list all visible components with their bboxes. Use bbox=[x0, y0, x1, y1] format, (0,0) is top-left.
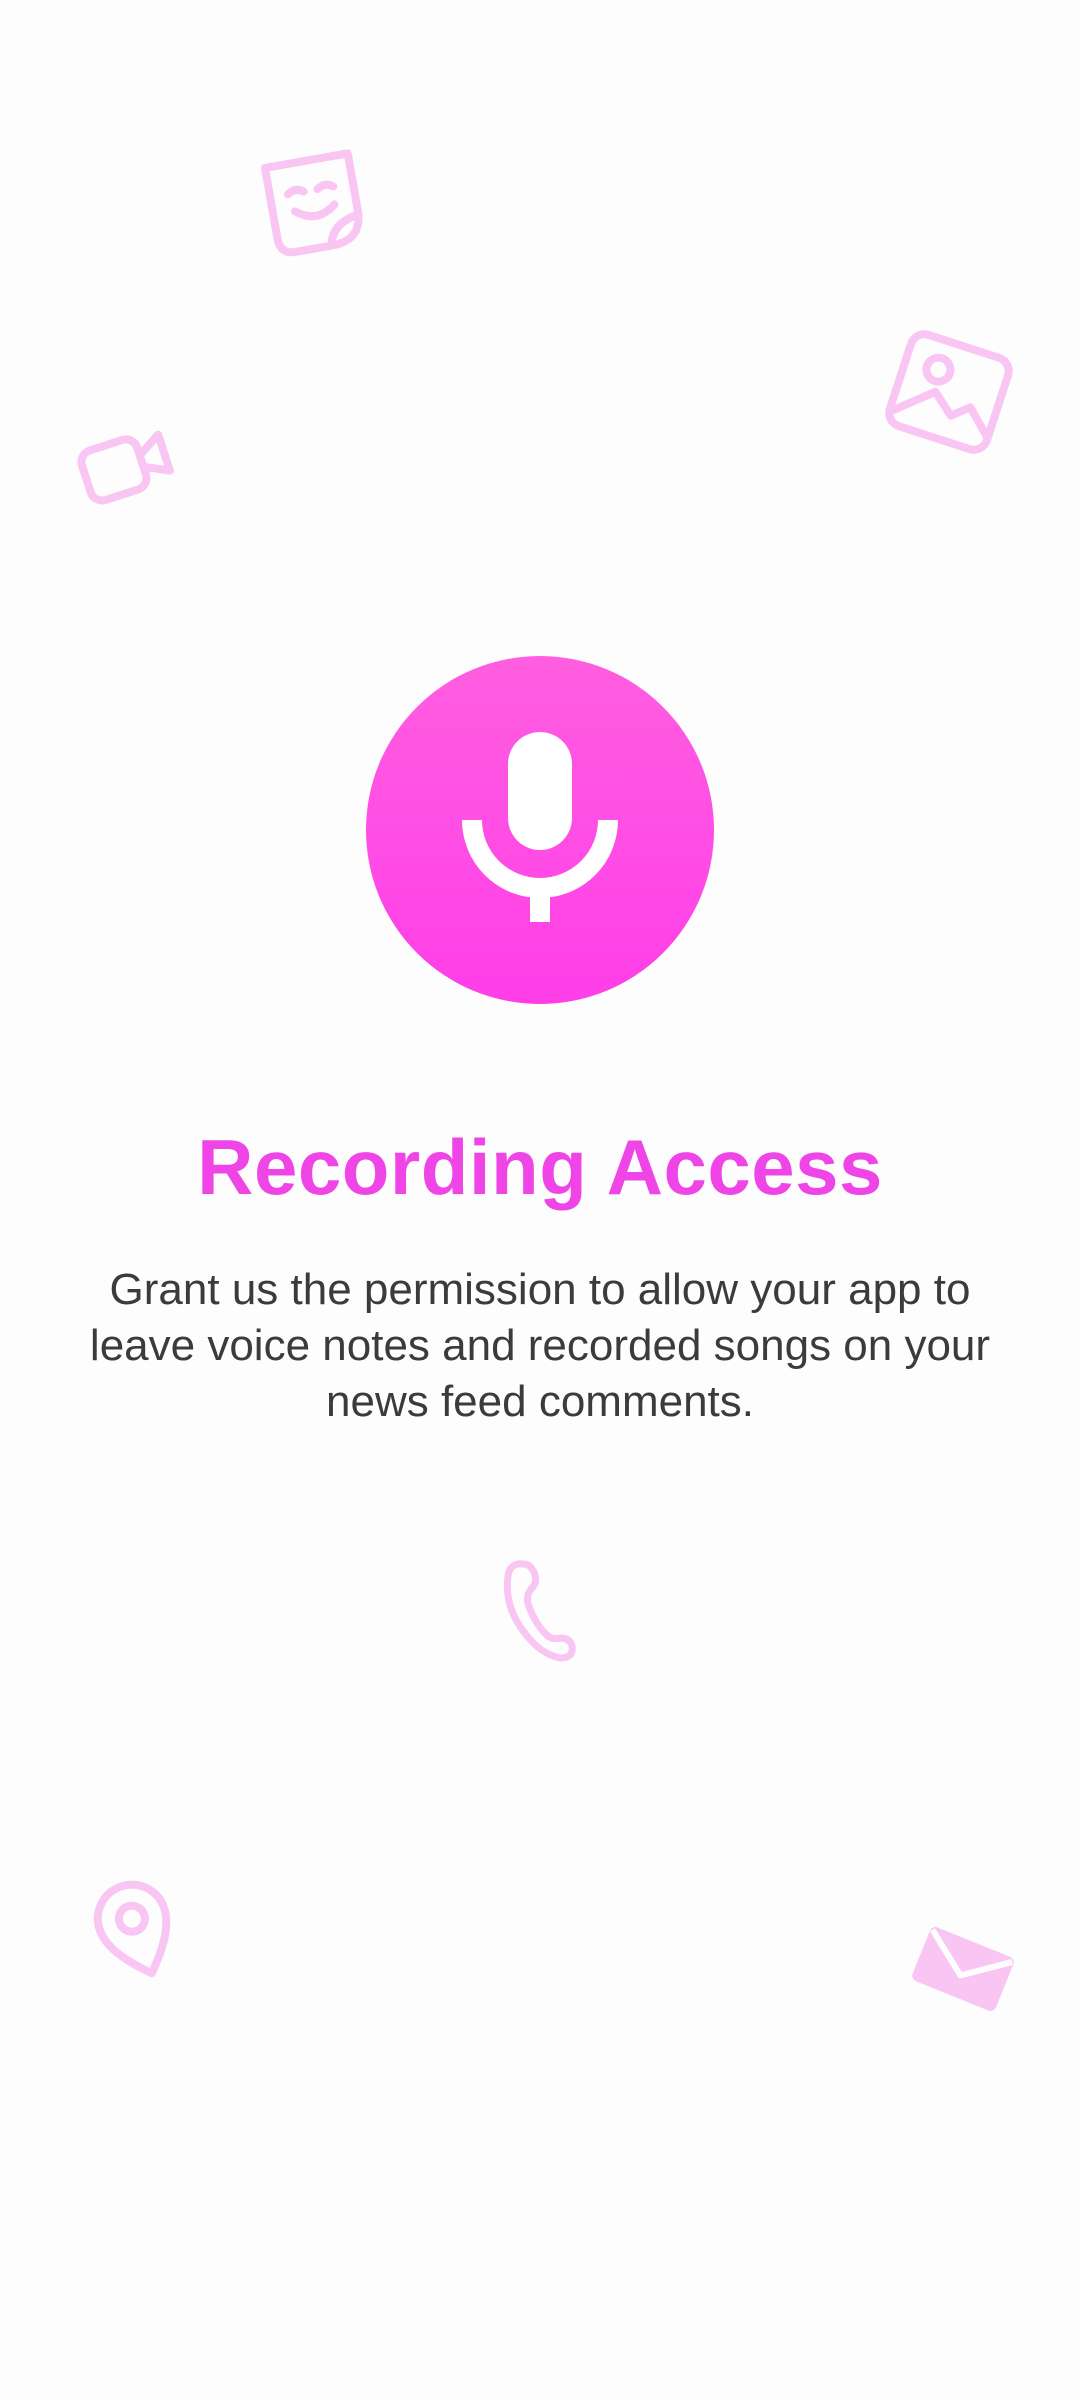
microphone-badge bbox=[366, 656, 714, 1004]
microphone-icon bbox=[460, 728, 620, 933]
video-camera-icon bbox=[70, 422, 182, 508]
phone-icon bbox=[494, 1554, 578, 1666]
page-title: Recording Access bbox=[197, 1123, 883, 1211]
image-icon bbox=[884, 326, 1014, 458]
envelope-icon bbox=[910, 1922, 1016, 2016]
sticker-icon bbox=[258, 146, 370, 262]
permission-description: Grant us the permission to allow your ap… bbox=[89, 1265, 991, 1426]
location-pin-icon bbox=[86, 1872, 186, 1988]
